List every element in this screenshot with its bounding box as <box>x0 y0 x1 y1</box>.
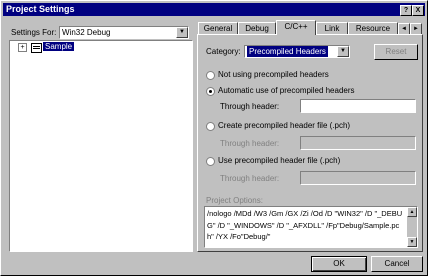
radio-automatic-pch[interactable] <box>206 87 215 96</box>
cpp-tab-panel: Category: Precompiled Headers ▼ Reset No… <box>197 34 423 252</box>
project-tree[interactable]: + Sample <box>9 40 193 252</box>
settings-for-value: Win32 Debug <box>62 28 111 37</box>
reset-button[interactable]: Reset <box>374 44 418 60</box>
through-header-input-3[interactable] <box>300 171 416 185</box>
dialog-title: Project Settings <box>6 4 75 14</box>
project-icon <box>31 43 42 53</box>
tree-expand-icon[interactable]: + <box>18 43 27 52</box>
category-label: Category: <box>206 47 241 56</box>
tree-item-sample[interactable]: Sample <box>43 42 75 51</box>
title-bar: Project Settings ? X <box>3 3 425 16</box>
help-button[interactable]: ? <box>400 5 412 16</box>
radio-use-pch[interactable] <box>206 157 215 166</box>
category-dropdown[interactable]: Precompiled Headers ▼ <box>244 45 350 58</box>
close-button[interactable]: X <box>412 5 424 16</box>
radio-not-using-pch[interactable] <box>206 71 215 80</box>
settings-for-dropdown[interactable]: Win32 Debug ▼ <box>59 26 189 39</box>
chevron-down-icon[interactable]: ▼ <box>176 27 188 38</box>
cancel-button[interactable]: Cancel <box>371 256 423 272</box>
scroll-down-icon[interactable]: ▼ <box>407 237 417 247</box>
radio-create-pch[interactable] <box>206 122 215 131</box>
through-header-label: Through header: <box>220 102 280 111</box>
option-use-label: Use precompiled header file (.pch) <box>218 156 341 165</box>
scrollbar[interactable]: ▲ ▼ <box>407 207 417 247</box>
settings-for-label: Settings For: <box>11 28 57 37</box>
tab-cpp[interactable]: C/C++ <box>276 20 316 35</box>
option-create-label: Create precompiled header file (.pch) <box>218 121 351 130</box>
project-options-text: /nologo /MDd /W3 /Gm /GX /Zi /Od /D "WIN… <box>207 209 403 241</box>
project-options-label: Project Options: <box>206 196 263 205</box>
ok-button[interactable]: OK <box>311 256 367 272</box>
category-value: Precompiled Headers <box>247 46 328 57</box>
option-not-using-label: Not using precompiled headers <box>218 70 329 79</box>
project-settings-dialog: Project Settings ? X Settings For: Win32… <box>0 0 428 276</box>
through-header-input[interactable] <box>300 99 416 113</box>
through-header-label-3: Through header: <box>220 174 280 183</box>
chevron-down-icon[interactable]: ▼ <box>337 46 349 57</box>
project-options-textarea[interactable]: /nologo /MDd /W3 /Gm /GX /Zi /Od /D "WIN… <box>204 206 418 248</box>
through-header-input-2[interactable] <box>300 136 416 150</box>
through-header-label-2: Through header: <box>220 139 280 148</box>
option-automatic-label: Automatic use of precompiled headers <box>218 86 355 95</box>
scroll-up-icon[interactable]: ▲ <box>407 207 417 217</box>
